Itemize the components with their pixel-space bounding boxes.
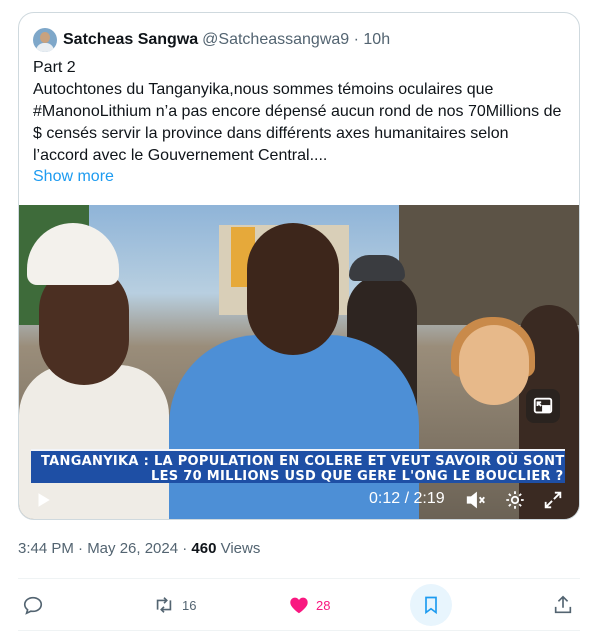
tweet-meta: 3:44 PM · May 26, 2024 · 460 Views bbox=[18, 540, 260, 557]
heart-icon bbox=[290, 597, 308, 614]
settings-icon bbox=[506, 491, 524, 509]
retweet-icon bbox=[156, 597, 172, 613]
pip-icon bbox=[533, 397, 553, 414]
settings-button[interactable] bbox=[503, 488, 527, 512]
pip-button[interactable] bbox=[526, 389, 560, 423]
share-icon bbox=[554, 595, 572, 614]
quoted-tweet-header: Satcheas Sangwa @Satcheassangwa9 · 10h bbox=[33, 27, 390, 53]
play-button[interactable] bbox=[31, 488, 55, 512]
bookmark-button[interactable] bbox=[410, 584, 452, 626]
like-button[interactable]: 28 bbox=[288, 590, 330, 620]
tweet-timestamp[interactable]: 3:44 PM · May 26, 2024 · bbox=[18, 540, 191, 557]
fullscreen-button[interactable] bbox=[541, 488, 565, 512]
divider bbox=[18, 578, 580, 579]
video-controls: 0:12 / 2:19 bbox=[19, 480, 579, 519]
bookmark-icon bbox=[425, 596, 437, 615]
reply-icon bbox=[23, 596, 43, 615]
author-name[interactable]: Satcheas Sangwa bbox=[63, 31, 198, 49]
reply-button[interactable] bbox=[22, 590, 44, 620]
video-frame-person-right-cap bbox=[349, 255, 405, 281]
chyron-line-1: TANGANYIKA : LA POPULATION EN COLERE ET … bbox=[41, 454, 565, 469]
mute-icon bbox=[466, 491, 485, 509]
show-more-link[interactable]: Show more bbox=[33, 166, 114, 188]
retweet-button[interactable]: 16 bbox=[152, 590, 196, 620]
news-chyron: TANGANYIKA : LA POPULATION EN COLERE ET … bbox=[31, 449, 565, 484]
video-time: 0:12 / 2:19 bbox=[369, 490, 445, 507]
views-label: Views bbox=[216, 540, 261, 557]
share-button[interactable] bbox=[552, 590, 574, 620]
author-handle[interactable]: @Satcheassangwa9 · 10h bbox=[202, 31, 390, 49]
quoted-tweet-card[interactable]: Satcheas Sangwa @Satcheassangwa9 · 10h P… bbox=[18, 12, 580, 520]
play-icon bbox=[38, 493, 50, 507]
retweet-count: 16 bbox=[182, 597, 197, 613]
video-frame-woman bbox=[459, 325, 529, 405]
views-count: 460 bbox=[191, 540, 217, 557]
like-count: 28 bbox=[316, 597, 331, 613]
mute-button[interactable] bbox=[463, 488, 489, 512]
avatar[interactable] bbox=[33, 28, 57, 52]
tweet-text: Part 2 Autochtones du Tanganyika,nous so… bbox=[33, 59, 562, 164]
video-frame-speaker-face bbox=[247, 223, 339, 355]
fullscreen-icon bbox=[544, 491, 562, 509]
video-player[interactable]: TANGANYIKA : LA POPULATION EN COLERE ET … bbox=[19, 205, 579, 519]
